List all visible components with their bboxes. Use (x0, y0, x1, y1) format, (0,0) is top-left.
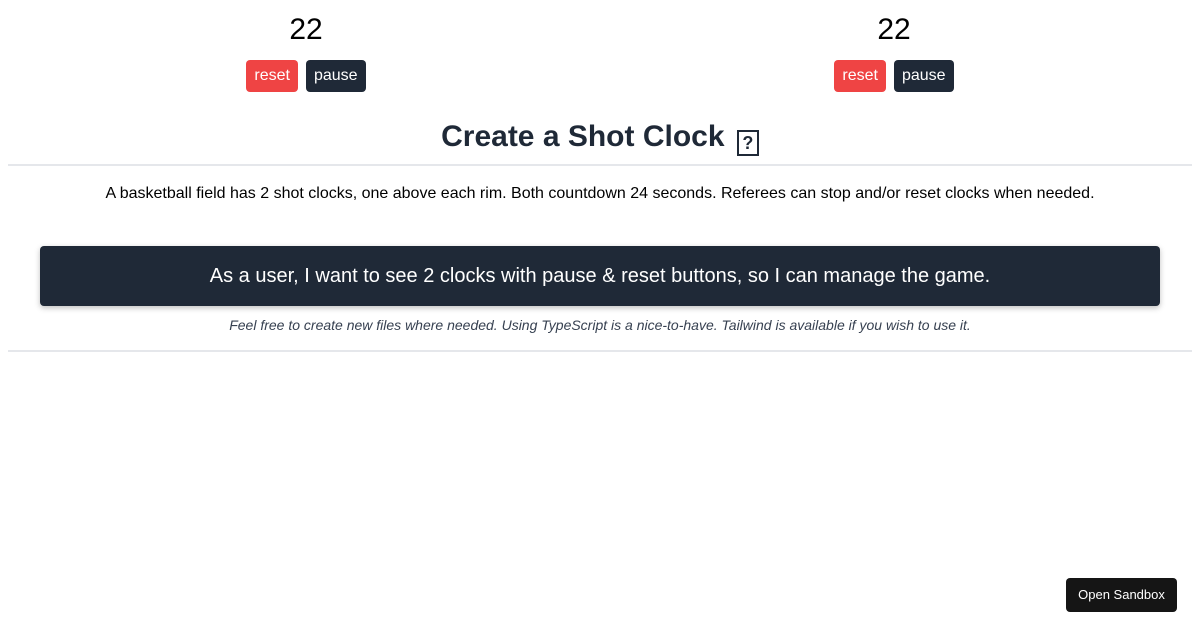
task-description: A basketball field has 2 shot clocks, on… (105, 185, 1095, 202)
clock-controls: reset pause (246, 60, 366, 92)
reset-button[interactable]: reset (246, 60, 298, 92)
missing-glyph-icon: ? (736, 130, 759, 156)
clock-value: 22 (289, 13, 323, 46)
divider (8, 164, 1192, 166)
divider (8, 350, 1192, 352)
reset-button[interactable]: reset (834, 60, 886, 92)
page-title-text: Create a Shot Clock (441, 120, 725, 153)
page-title: Create a Shot Clock ? (0, 118, 1200, 156)
clock-value: 22 (877, 13, 911, 46)
shot-clocks: 22 reset pause 22 reset pause (0, 0, 1200, 100)
shot-clock-left: 22 reset pause (186, 0, 426, 92)
task-note: Feel free to create new files where need… (229, 317, 971, 333)
open-sandbox-button[interactable]: Open Sandbox (1066, 578, 1177, 612)
clock-controls: reset pause (834, 60, 954, 92)
shot-clock-right: 22 reset pause (774, 0, 1014, 92)
user-story-banner: As a user, I want to see 2 clocks with p… (40, 246, 1160, 306)
pause-button[interactable]: pause (305, 60, 366, 92)
pause-button[interactable]: pause (893, 60, 954, 92)
